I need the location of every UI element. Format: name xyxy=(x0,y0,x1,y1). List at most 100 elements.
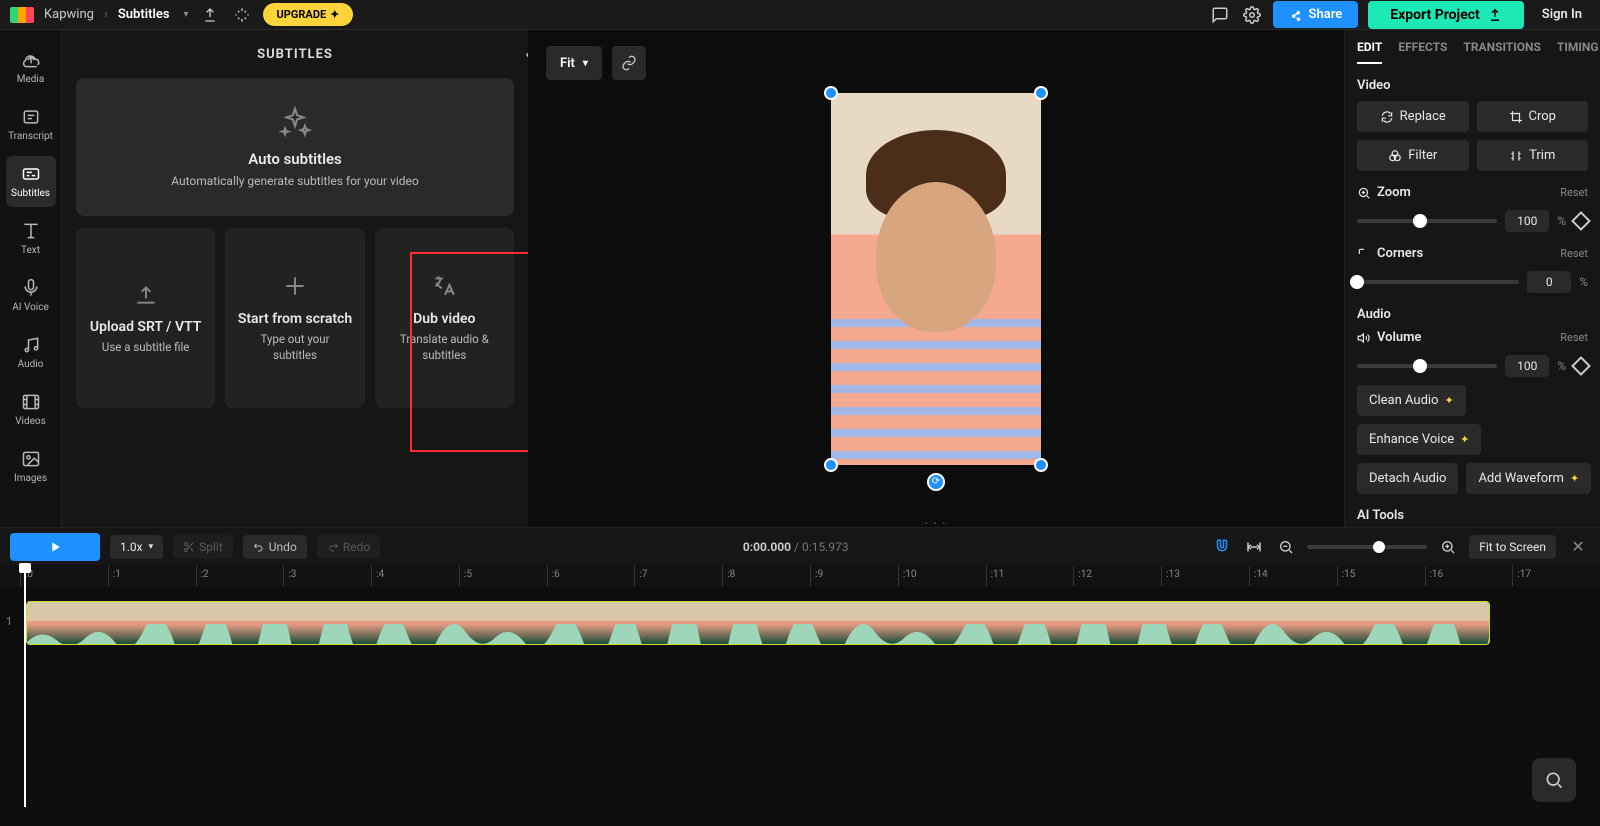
transcript-icon xyxy=(21,107,41,127)
header-bar: Kapwing › Subtitles ▾ UPGRADE✦ Share Exp… xyxy=(0,0,1600,30)
speed-dropdown[interactable]: 1.0x▾ xyxy=(110,535,163,559)
share-icon xyxy=(1289,8,1303,22)
image-icon xyxy=(21,449,41,469)
ruler-tick: :4 xyxy=(371,565,459,587)
tab-effects[interactable]: EFFECTS xyxy=(1398,40,1447,64)
split-button[interactable]: Split xyxy=(173,535,233,559)
card-sub: Type out your subtitles xyxy=(237,331,352,363)
zoom-in-button[interactable] xyxy=(1437,536,1459,558)
volume-slider[interactable] xyxy=(1357,364,1497,368)
close-timeline-icon[interactable]: ✕ xyxy=(1566,535,1590,559)
timeline-tracks[interactable]: 1 xyxy=(0,587,1600,797)
ruler-tick: :9 xyxy=(810,565,898,587)
canvas-area[interactable]: Fit▾ ⟳ • • • xyxy=(528,30,1344,527)
start-scratch-card[interactable]: Start from scratch Type out your subtitl… xyxy=(225,228,364,408)
redo-button[interactable]: Redo xyxy=(317,535,380,559)
nav-label: Transcript xyxy=(8,131,53,142)
tab-transitions[interactable]: TRANSITIONS xyxy=(1463,40,1540,64)
zoom-keyframe[interactable] xyxy=(1571,211,1591,231)
nav-images[interactable]: Images xyxy=(6,441,56,492)
canvas-resize-handle[interactable]: • • • xyxy=(925,519,947,528)
replace-button[interactable]: Replace xyxy=(1357,101,1469,132)
tab-timing[interactable]: TIMING xyxy=(1557,40,1599,64)
filter-icon xyxy=(1388,149,1402,163)
upload-srt-card[interactable]: Upload SRT / VTT Use a subtitle file xyxy=(76,228,215,408)
tab-edit[interactable]: EDIT xyxy=(1357,40,1382,64)
volume-keyframe[interactable] xyxy=(1571,356,1591,376)
zoom-value[interactable]: 100 xyxy=(1505,210,1549,232)
upload-icon[interactable] xyxy=(199,4,221,26)
volume-value[interactable]: 100 xyxy=(1505,355,1549,377)
gear-icon[interactable] xyxy=(1241,4,1263,26)
nav-media[interactable]: Media xyxy=(6,42,56,93)
selection-handle-bl[interactable] xyxy=(824,458,838,472)
timeline-zoom-slider[interactable] xyxy=(1307,545,1427,549)
add-waveform-button[interactable]: Add Waveform✦ xyxy=(1466,463,1591,494)
upload-icon xyxy=(133,281,159,307)
clean-audio-button[interactable]: Clean Audio✦ xyxy=(1357,385,1466,416)
voice-icon xyxy=(21,278,41,298)
properties-panel: EDIT EFFECTS TRANSITIONS TIMING Video Re… xyxy=(1344,30,1600,527)
fit-dropdown[interactable]: Fit▾ xyxy=(546,46,602,80)
corners-value[interactable]: 0 xyxy=(1527,271,1571,293)
nav-audio[interactable]: Audio xyxy=(6,327,56,378)
breadcrumb-project[interactable]: Subtitles xyxy=(118,7,170,22)
nav-label: Audio xyxy=(18,359,44,370)
ruler-tick: :5 xyxy=(459,565,547,587)
nav-videos[interactable]: Videos xyxy=(6,384,56,435)
filter-button[interactable]: Filter xyxy=(1357,140,1469,171)
zoom-reset[interactable]: Reset xyxy=(1560,186,1588,199)
app-logo[interactable] xyxy=(10,7,34,23)
nav-label: Videos xyxy=(15,416,46,427)
trim-ends-button[interactable] xyxy=(1243,536,1265,558)
undo-button[interactable]: Undo xyxy=(243,535,307,559)
zoom-out-button[interactable] xyxy=(1275,536,1297,558)
share-button[interactable]: Share xyxy=(1273,1,1359,28)
timeline-ruler[interactable]: :0 :1 :2 :3 :4 :5 :6 :7 :8 :9 :10 :11 :1… xyxy=(0,565,1600,587)
trim-button[interactable]: Trim xyxy=(1477,140,1589,171)
auto-subtitles-card[interactable]: Auto subtitles Automatically generate su… xyxy=(76,78,514,216)
fit-to-screen-button[interactable]: Fit to Screen xyxy=(1469,535,1556,559)
nav-subtitles[interactable]: Subtitles xyxy=(6,156,56,207)
corners-slider[interactable] xyxy=(1357,280,1519,284)
selection-handle-tr[interactable] xyxy=(1034,86,1048,100)
sparkle-icon[interactable] xyxy=(231,4,253,26)
breadcrumb-app[interactable]: Kapwing xyxy=(44,7,94,22)
rotate-handle[interactable]: ⟳ xyxy=(927,473,945,491)
lock-aspect-button[interactable] xyxy=(612,46,646,80)
video-selection[interactable]: ⟳ xyxy=(831,93,1041,465)
chevron-down-icon: ▾ xyxy=(583,58,588,69)
corners-label: Corners xyxy=(1377,246,1423,261)
ruler-tick: :7 xyxy=(634,565,722,587)
search-fab[interactable] xyxy=(1532,758,1576,802)
crop-button[interactable]: Crop xyxy=(1477,101,1589,132)
export-button[interactable]: Export Project xyxy=(1368,1,1524,29)
selection-handle-tl[interactable] xyxy=(824,86,838,100)
breadcrumb-sep: › xyxy=(104,7,108,22)
signin-link[interactable]: Sign In xyxy=(1534,7,1590,22)
volume-reset[interactable]: Reset xyxy=(1560,331,1588,344)
ruler-tick: :3 xyxy=(283,565,371,587)
corners-reset[interactable]: Reset xyxy=(1560,247,1588,260)
selection-handle-br[interactable] xyxy=(1034,458,1048,472)
video-clip[interactable] xyxy=(26,601,1490,645)
nav-label: AI Voice xyxy=(12,302,49,313)
enhance-voice-button[interactable]: Enhance Voice✦ xyxy=(1357,424,1481,455)
project-chevron-icon[interactable]: ▾ xyxy=(184,9,189,20)
card-title: Dub video xyxy=(413,311,475,327)
zoom-slider[interactable] xyxy=(1357,219,1497,223)
panel-title: SUBTITLES xyxy=(76,30,514,78)
nav-transcript[interactable]: Transcript xyxy=(6,99,56,150)
magnet-toggle[interactable] xyxy=(1211,536,1233,558)
nav-text[interactable]: Text xyxy=(6,213,56,264)
undo-icon xyxy=(253,541,265,553)
play-button[interactable] xyxy=(10,533,100,561)
upgrade-button[interactable]: UPGRADE✦ xyxy=(263,3,354,26)
link-icon xyxy=(621,55,637,71)
search-icon xyxy=(1544,770,1564,790)
detach-audio-button[interactable]: Detach Audio xyxy=(1357,463,1458,494)
comment-icon[interactable] xyxy=(1209,4,1231,26)
playhead[interactable] xyxy=(24,565,26,807)
dub-video-card[interactable]: Dub video Translate audio & subtitles xyxy=(375,228,514,408)
nav-aivoice[interactable]: AI Voice xyxy=(6,270,56,321)
